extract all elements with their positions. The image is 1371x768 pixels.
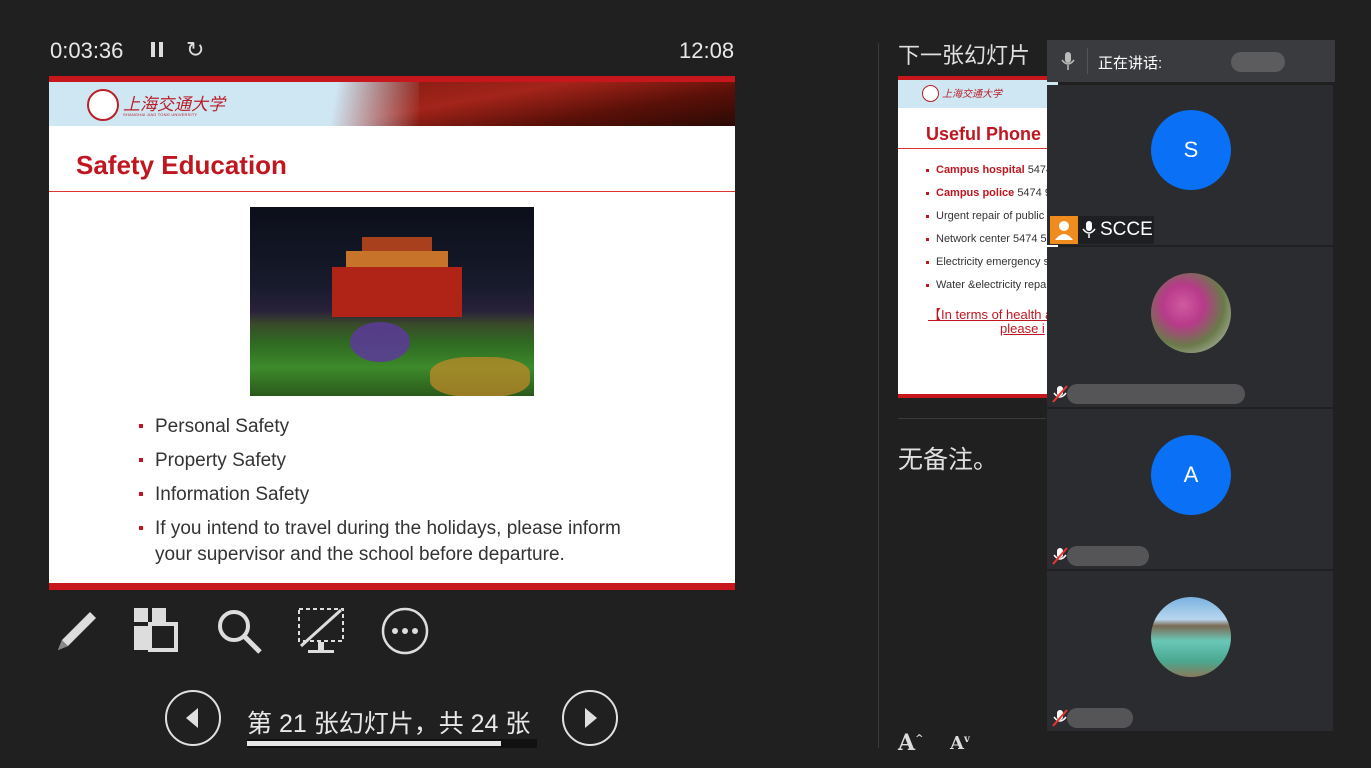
list-item: Campus police 5474 9 xyxy=(926,182,1058,205)
participant-tile[interactable]: A xyxy=(1047,409,1333,569)
pause-icon[interactable] xyxy=(149,42,165,60)
participant-name-redacted xyxy=(1067,384,1245,404)
decrease-font-button[interactable]: Av xyxy=(950,733,970,754)
bullet-item: Personal Safety xyxy=(139,414,699,440)
pen-icon[interactable] xyxy=(50,606,100,656)
slide-bottom-rule xyxy=(898,394,1058,398)
slide-progress-fill xyxy=(247,741,501,746)
photo-detail xyxy=(332,267,462,317)
university-emblem-icon xyxy=(87,89,119,121)
slides-grid-icon[interactable] xyxy=(130,606,180,656)
name-tag: SCCE xyxy=(1078,216,1154,244)
list-item: Campus hospital 5474 xyxy=(926,159,1058,182)
banner-roof-image xyxy=(299,82,735,126)
avatar: S xyxy=(1151,110,1231,190)
clock: 12:08 xyxy=(679,38,735,63)
pane-divider[interactable] xyxy=(878,43,879,748)
next-slide-label: 下一张幻灯片 xyxy=(898,43,1031,68)
participant-name-redacted xyxy=(1067,546,1149,566)
tiananmen-photo xyxy=(250,207,534,396)
current-slide[interactable]: 上海交通大学 SHANGHAI JIAO TONG UNIVERSITY Saf… xyxy=(49,76,735,590)
participant-name: SCCE xyxy=(1100,219,1153,240)
university-logo-text: 上海交通大学 xyxy=(942,89,1002,100)
avatar xyxy=(1151,273,1231,353)
speaking-bar xyxy=(1047,40,1335,82)
slide-title: Safety Education xyxy=(76,150,287,180)
participant-tile[interactable]: S SCCE xyxy=(1047,85,1333,245)
photo-detail xyxy=(430,357,530,396)
separator xyxy=(1087,48,1088,74)
next-slide-button[interactable] xyxy=(562,690,618,746)
list-item: Network center 5474 5 xyxy=(926,228,1058,251)
notes-divider xyxy=(898,418,1046,419)
increase-font-button[interactable]: A^ xyxy=(898,730,923,756)
phone-list: Campus hospital 5474 Campus police 5474 … xyxy=(926,159,1058,297)
host-icon xyxy=(1050,216,1078,244)
title-divider xyxy=(898,148,1058,149)
participant-tile[interactable] xyxy=(1047,247,1333,407)
next-slide-title: Useful Phone xyxy=(926,124,1042,144)
photo-detail xyxy=(350,322,410,362)
microphone-icon xyxy=(1082,221,1096,238)
next-slide-preview[interactable]: 上海交通大学 Useful Phone Campus hospital 5474… xyxy=(898,76,1058,398)
bullet-item: Property Safety xyxy=(139,448,699,474)
speaker-notes: 无备注。 xyxy=(898,446,999,474)
chevron-right-icon xyxy=(585,708,597,728)
speaking-label: 正在讲话: xyxy=(1098,55,1163,72)
list-item: Water &electricity repa xyxy=(926,274,1058,297)
list-item: Urgent repair of public xyxy=(926,205,1058,228)
slide-counter[interactable]: 第 21 张幻灯片，共 24 张 xyxy=(247,704,530,740)
slide-progress-bar xyxy=(247,739,537,748)
restart-icon[interactable]: ↻ xyxy=(186,37,204,63)
avatar: A xyxy=(1151,435,1231,515)
elapsed-timer: 0:03:36 xyxy=(50,38,124,63)
speaker-name-redacted xyxy=(1231,52,1285,72)
chevron-left-icon xyxy=(186,708,198,728)
zoom-icon[interactable] xyxy=(214,606,264,656)
list-item: Electricity emergency s xyxy=(926,251,1058,274)
avatar xyxy=(1151,597,1231,677)
previous-slide-button[interactable] xyxy=(165,690,221,746)
increase-font-label: A xyxy=(898,730,916,756)
title-divider xyxy=(49,191,735,192)
slide-bottom-rule xyxy=(49,583,735,590)
participant-name-redacted xyxy=(1067,708,1133,728)
decrease-font-label: A xyxy=(950,733,964,754)
bullet-list: Personal Safety Property Safety Informat… xyxy=(139,414,699,576)
black-screen-icon[interactable] xyxy=(296,606,346,656)
microphone-icon xyxy=(1061,52,1075,70)
bullet-item: If you intend to travel during the holid… xyxy=(139,516,655,568)
university-emblem-icon xyxy=(922,85,939,102)
university-logo-subtext: SHANGHAI JIAO TONG UNIVERSITY xyxy=(123,112,198,117)
health-link-continued[interactable]: please i xyxy=(1000,321,1045,336)
participant-tile[interactable] xyxy=(1047,571,1333,731)
bullet-item: Information Safety xyxy=(139,482,699,508)
more-options-icon[interactable] xyxy=(380,606,430,656)
